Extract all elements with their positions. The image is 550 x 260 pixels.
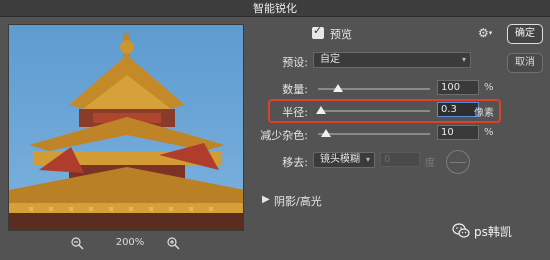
radius-slider-track[interactable]: [318, 110, 430, 112]
watermark-text: ps韩凯: [474, 224, 512, 239]
radius-label: 半径:: [282, 106, 308, 119]
ok-button[interactable]: 确定: [507, 24, 543, 44]
shadows-highlights-section[interactable]: 阴影/高光: [274, 193, 322, 209]
chevron-down-icon: ▾: [365, 155, 370, 164]
wechat-icon: [452, 223, 470, 238]
remove-value: 镜头模糊: [320, 154, 360, 165]
cancel-button[interactable]: 取消: [507, 53, 543, 73]
preset-value: 自定: [320, 54, 340, 65]
preset-label: 预设:: [282, 56, 308, 69]
zoom-in-icon[interactable]: [166, 236, 180, 250]
amount-input[interactable]: 100: [437, 80, 479, 95]
preview-checkbox[interactable]: [312, 24, 324, 39]
preview-checkbox-label: 预览: [330, 28, 352, 41]
radius-unit: 像素: [474, 108, 494, 119]
disclosure-triangle-icon[interactable]: ▶: [262, 194, 270, 205]
remove-label: 移去:: [282, 156, 308, 169]
preview-image[interactable]: [8, 24, 244, 231]
radius-input[interactable]: 0.3: [437, 102, 479, 117]
amount-unit: %: [484, 82, 494, 93]
chevron-down-icon: ▾: [461, 55, 466, 64]
angle-input[interactable]: 0: [380, 152, 420, 167]
reduce-noise-input[interactable]: 10: [437, 125, 479, 140]
radius-slider-thumb[interactable]: [316, 106, 326, 114]
angle-unit: 度: [425, 158, 435, 169]
amount-slider-thumb[interactable]: [333, 84, 343, 92]
pagoda-photo: [9, 25, 243, 230]
remove-select[interactable]: 镜头模糊 ▾: [313, 152, 375, 168]
gear-icon[interactable]: ⚙▾: [478, 26, 492, 40]
preset-select[interactable]: 自定 ▾: [313, 52, 471, 68]
angle-dial[interactable]: [446, 150, 470, 174]
reduce-noise-slider-thumb[interactable]: [321, 129, 331, 137]
watermark: ps韩凯: [452, 222, 512, 240]
zoom-controls: 200%: [70, 236, 190, 250]
amount-label: 数量:: [282, 83, 308, 96]
reduce-noise-unit: %: [484, 127, 494, 138]
reduce-noise-label: 减少杂色:: [260, 129, 308, 142]
dialog-title: 智能锐化: [0, 0, 550, 17]
zoom-level: 200%: [115, 237, 145, 248]
reduce-noise-slider-track[interactable]: [318, 133, 430, 135]
zoom-out-icon[interactable]: [70, 236, 84, 250]
